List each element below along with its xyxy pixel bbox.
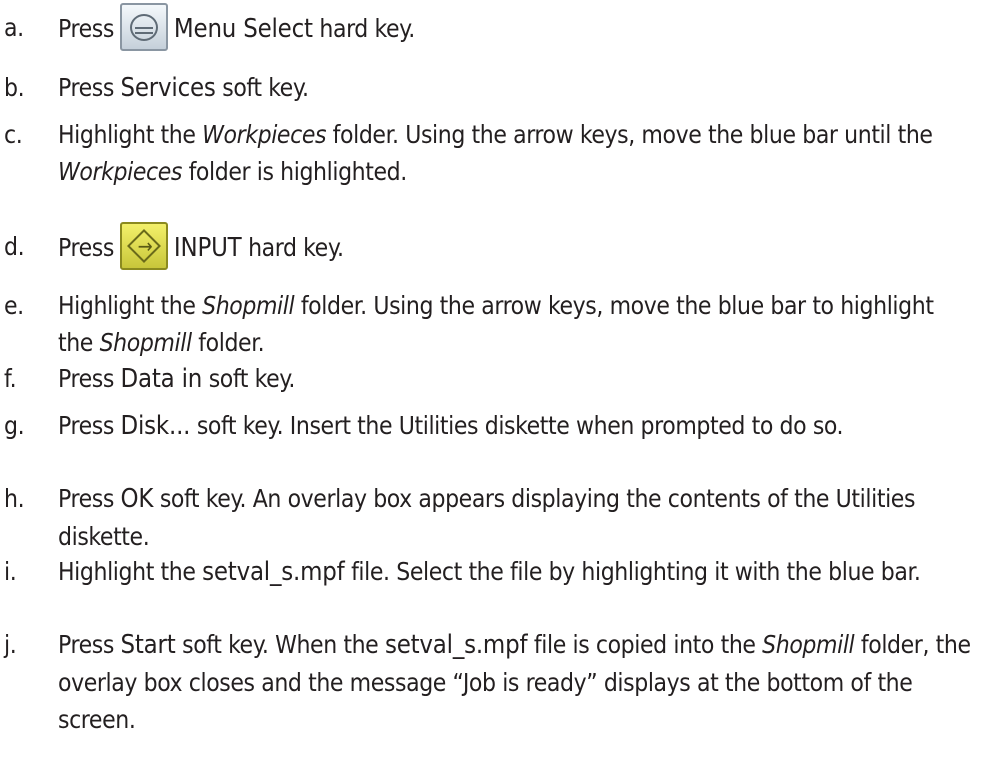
key-name: Disk... xyxy=(120,411,191,441)
folder-name: Workpieces xyxy=(58,157,182,186)
step-text: Highlight the setval_s.mpf file. Select … xyxy=(58,553,973,591)
folder-name: Workpieces xyxy=(202,120,327,149)
step-text-run: file is copied into the xyxy=(527,630,763,659)
step-text: Highlight the Shopmill folder. Using the… xyxy=(58,287,973,361)
key-name: setval_s.mpf xyxy=(384,630,528,660)
step-text-run: soft key. Insert the Utilities diskette … xyxy=(190,411,844,440)
step-marker: b. xyxy=(4,73,25,102)
step-marker: j. xyxy=(4,630,17,659)
folder-name: Shopmill xyxy=(202,291,295,320)
key-name: Menu Select xyxy=(173,14,313,44)
step-text-run: folder. xyxy=(191,328,265,357)
key-name: INPUT xyxy=(173,233,242,263)
step-text-run: soft key. An overlay box appears display… xyxy=(58,484,916,551)
step-text-run: Highlight the xyxy=(58,557,203,586)
step-marker: c. xyxy=(4,120,23,149)
procedure-page: a. Press Menu Select hard key. b. Press S… xyxy=(0,0,982,773)
step-text: Press Start soft key. When the setval_s.… xyxy=(58,626,973,738)
step-text-run: file. Select the file by highlighting it… xyxy=(344,557,921,586)
step-marker: d. xyxy=(4,232,25,261)
folder-name: Shopmill xyxy=(99,328,193,357)
step-text-run: Press xyxy=(58,411,121,440)
step-text-run: Press xyxy=(58,14,114,43)
step-text-run: Press xyxy=(58,364,121,393)
step-marker: h. xyxy=(4,484,25,513)
step-text: Press Data in soft key. xyxy=(58,360,973,398)
menu-select-key-icon xyxy=(119,3,168,51)
step-text-run: Highlight the xyxy=(58,120,203,149)
step-text: Highlight the Workpieces folder. Using t… xyxy=(58,116,973,190)
step-text: Press Disk... soft key. Insert the Utili… xyxy=(58,407,973,445)
step-text-run: soft key. xyxy=(215,73,309,102)
step-text-run: soft key. xyxy=(202,364,296,393)
step-text: Press Menu Select hard key. xyxy=(58,3,973,51)
step-text-run: hard key. xyxy=(241,233,344,262)
folder-name: Shopmill xyxy=(762,630,855,659)
key-name: Services xyxy=(120,73,216,103)
step-text-run: Press xyxy=(58,484,121,513)
step-marker: f. xyxy=(4,364,17,393)
step-marker: i. xyxy=(4,557,17,586)
step-text-run: Press xyxy=(58,73,121,102)
step-text-run: folder. Using the arrow keys, move the b… xyxy=(326,120,933,149)
input-key-icon: → xyxy=(119,222,168,270)
step-text: Press Services soft key. xyxy=(58,69,973,107)
key-name: setval_s.mpf xyxy=(202,557,345,587)
step-text-run: Press xyxy=(58,630,121,659)
step-text-run: Press xyxy=(58,233,114,262)
step-marker: g. xyxy=(4,411,25,440)
step-text-run: soft key. When the xyxy=(175,630,385,659)
key-name: OK xyxy=(120,484,154,514)
key-name: Start xyxy=(120,630,176,660)
step-marker: a. xyxy=(4,13,24,42)
step-text-run: folder is highlighted. xyxy=(181,157,408,186)
step-text: Press → INPUT hard key. xyxy=(58,222,973,270)
step-text: Press OK soft key. An overlay box appear… xyxy=(58,480,973,555)
step-text-run: Highlight the xyxy=(58,291,203,320)
key-name: Data in xyxy=(120,364,203,394)
step-text-run: hard key. xyxy=(312,14,415,43)
step-marker: e. xyxy=(4,291,24,320)
